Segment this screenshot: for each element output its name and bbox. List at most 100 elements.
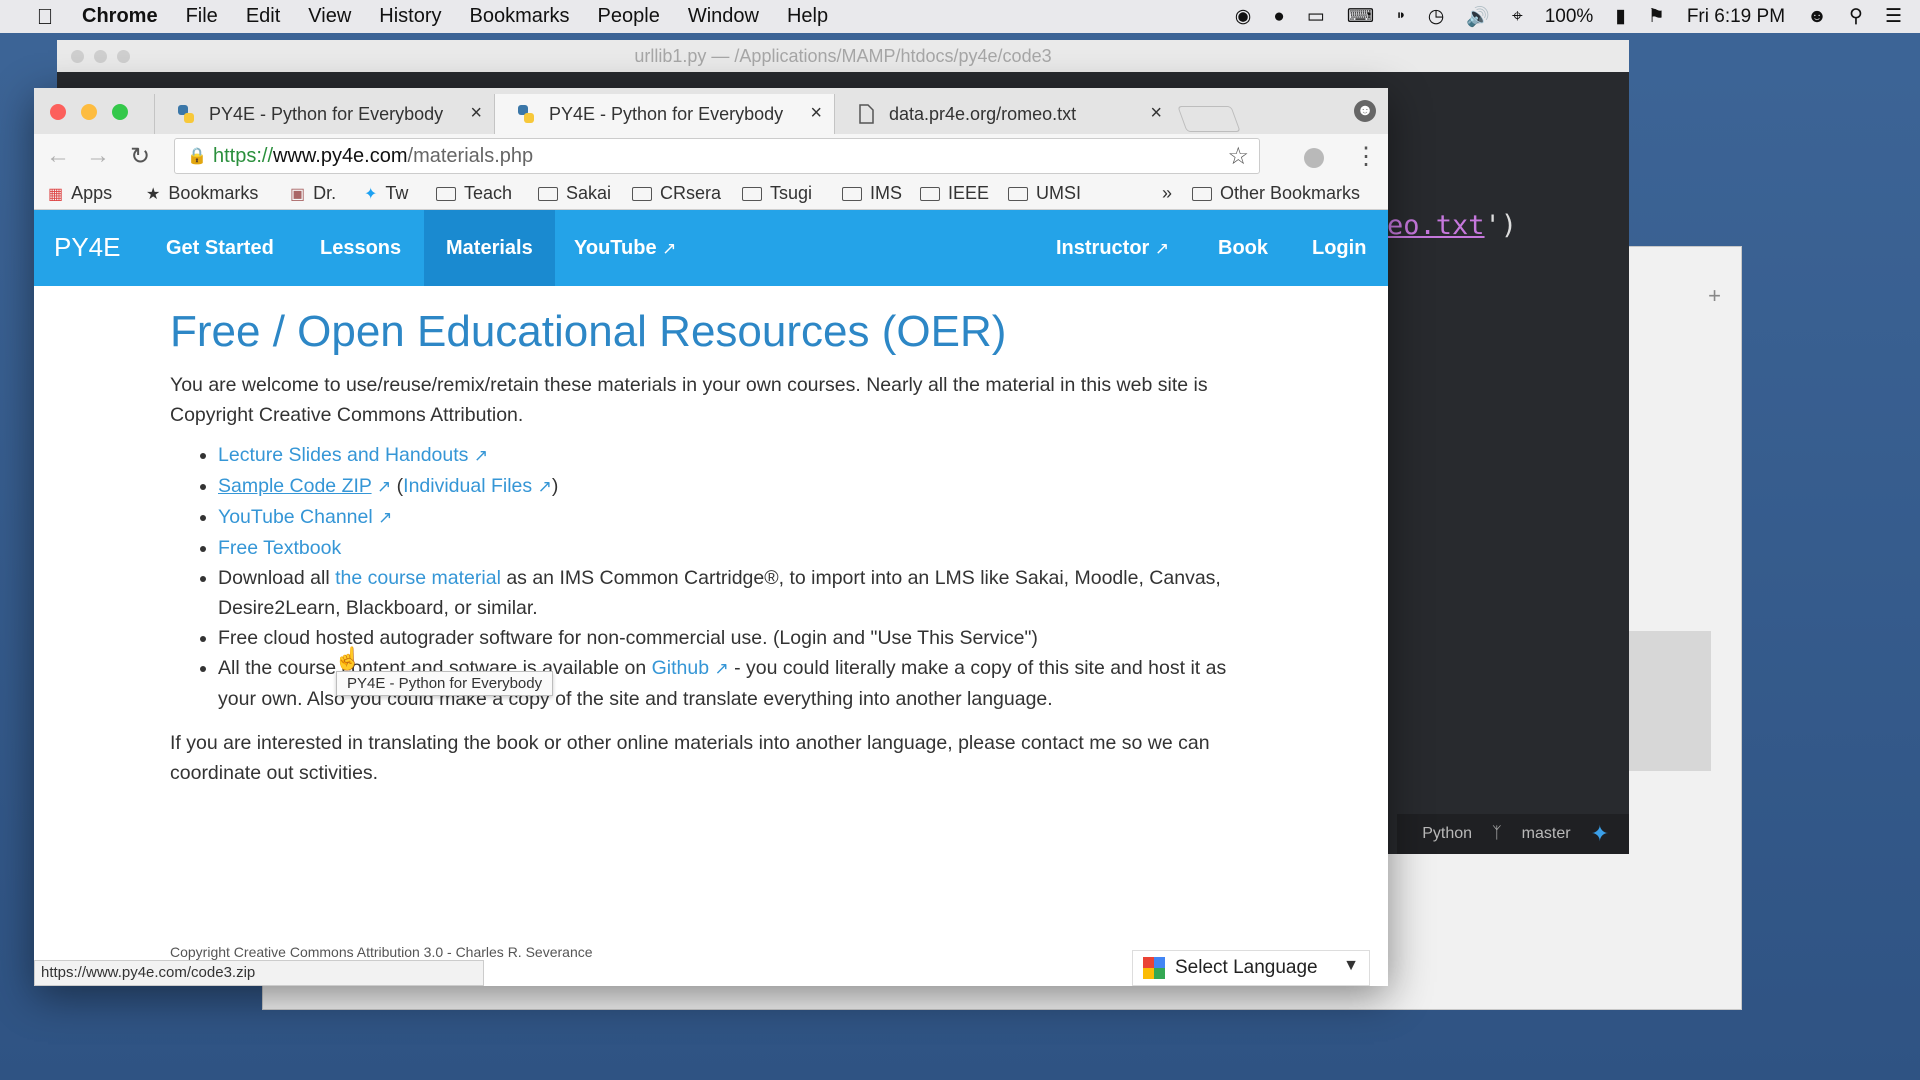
bookmarks-bar: ▦ Apps ★ Bookmarks ▣ Dr. ✦ Tw Teach Sakai CR… xyxy=(34,178,1388,210)
nav-get-started[interactable]: Get Started xyxy=(166,210,274,286)
photo-favicon-icon: ▣ xyxy=(290,185,306,203)
bookmark-tsugi[interactable]: Tsugi xyxy=(742,183,812,204)
tab-py4e-2[interactable]: PY4E - Python for Everybody × xyxy=(494,94,834,134)
editor-window-controls xyxy=(71,50,140,63)
extension-icon[interactable] xyxy=(1304,148,1324,168)
li-text: Download all xyxy=(218,567,336,589)
back-arrow-icon[interactable]: ← xyxy=(46,142,70,170)
forward-arrow-icon[interactable]: → xyxy=(86,142,110,170)
status-menus: ◉ ● ▭ ⌨ ⁍ ◷ 🔊 ⌖ 100% ▮ ⚑ Fri 6:19 PM ☻ ⚲… xyxy=(1213,0,1902,33)
wifi-icon[interactable]: ⌖ xyxy=(1512,6,1523,28)
bookmark-apps[interactable]: ▦ Apps xyxy=(48,183,112,204)
spotlight-search-icon[interactable]: ⚲ xyxy=(1849,5,1863,28)
nav-instructor[interactable]: Instructor ↗ xyxy=(1056,210,1169,286)
time-machine-icon[interactable]: ◷ xyxy=(1428,5,1445,28)
zoom-window-icon[interactable] xyxy=(112,104,128,120)
bookmark-ieee[interactable]: IEEE xyxy=(920,183,989,204)
battery-percent[interactable]: 100% xyxy=(1545,6,1594,28)
menu-bookmarks[interactable]: Bookmarks xyxy=(470,5,570,28)
bookmark-star-icon[interactable]: ☆ xyxy=(1227,142,1249,171)
notification-center-icon[interactable]: ☰ xyxy=(1885,5,1902,28)
bookmark-other[interactable]: Other Bookmarks xyxy=(1192,183,1360,204)
close-window-icon[interactable] xyxy=(50,104,66,120)
nav-materials[interactable]: Materials xyxy=(424,210,555,286)
tab-romeo[interactable]: data.pr4e.org/romeo.txt × xyxy=(834,94,1174,134)
course-material-link[interactable]: the course material xyxy=(335,567,501,589)
sample-code-zip-link[interactable]: Sample Code ZIP xyxy=(218,475,372,497)
menu-file[interactable]: File xyxy=(186,5,218,28)
close-tab-icon[interactable]: × xyxy=(470,102,482,125)
page-title: Free / Open Educational Resources (OER) xyxy=(170,307,1007,356)
bookmarks-overflow-button[interactable]: » xyxy=(1162,183,1172,204)
camera-icon[interactable]: ● xyxy=(1273,6,1284,28)
github-link[interactable]: Github xyxy=(652,657,709,679)
bookmark-label: UMSI xyxy=(1036,183,1081,203)
battery-icon[interactable]: ▮ xyxy=(1615,5,1625,28)
lock-icon[interactable]: 🔒 xyxy=(187,146,207,166)
reload-icon[interactable]: ↻ xyxy=(130,142,150,171)
plus-icon[interactable]: + xyxy=(1708,283,1721,309)
folder-icon xyxy=(436,186,456,201)
lecture-slides-link[interactable]: Lecture Slides and Handouts xyxy=(218,444,468,466)
external-link-icon: ↗ xyxy=(473,446,489,465)
editor-branch[interactable]: master xyxy=(1522,825,1571,843)
select-language-dropdown[interactable]: Select Language ▼ xyxy=(1132,950,1370,986)
editor-language[interactable]: Python xyxy=(1422,825,1472,843)
external-link-icon: ↗ xyxy=(378,508,393,527)
site-brand[interactable]: PY4E xyxy=(54,232,121,263)
menu-history[interactable]: History xyxy=(379,5,441,28)
keyboard-icon[interactable]: ⌨ xyxy=(1347,5,1374,28)
more-menu-icon[interactable]: ⋮ xyxy=(1354,142,1378,171)
minimize-window-icon[interactable] xyxy=(81,104,97,120)
star-icon: ★ xyxy=(146,185,161,203)
address-bar[interactable]: 🔒 https://www.py4e.com/materials.php ☆ xyxy=(174,138,1260,174)
bookmark-tw[interactable]: ✦ Tw xyxy=(364,183,408,204)
nav-login[interactable]: Login xyxy=(1312,210,1366,286)
twitter-bird-icon[interactable]: ✦ xyxy=(1591,821,1609,847)
user-icon[interactable]: ☻ xyxy=(1807,6,1827,28)
bookmark-umsi[interactable]: UMSI xyxy=(1008,183,1081,204)
apple-icon[interactable]:  xyxy=(30,4,60,30)
browser-toolbar: ← → ↻ 🔒 https://www.py4e.com/materials.p… xyxy=(34,134,1388,178)
nav-book[interactable]: Book xyxy=(1218,210,1268,286)
individual-files-link[interactable]: Individual Files xyxy=(403,475,532,497)
tab-py4e-1[interactable]: PY4E - Python for Everybody × xyxy=(154,94,494,134)
bookmark-teach[interactable]: Teach xyxy=(436,183,512,204)
bluetooth-icon[interactable]: ⁍ xyxy=(1396,5,1406,28)
nav-instructor-label: Instructor xyxy=(1056,237,1150,259)
profile-icon[interactable]: ☻ xyxy=(1354,100,1376,122)
menu-help[interactable]: Help xyxy=(787,5,828,28)
menu-edit[interactable]: Edit xyxy=(246,5,280,28)
menu-window[interactable]: Window xyxy=(688,5,759,28)
nav-lessons[interactable]: Lessons xyxy=(320,210,401,286)
volume-icon[interactable]: 🔊 xyxy=(1466,5,1490,29)
bookmark-label: Sakai xyxy=(566,183,612,203)
url-text[interactable]: https://www.py4e.com/materials.php xyxy=(213,145,533,168)
close-tab-icon[interactable]: × xyxy=(810,102,822,125)
flag-icon[interactable]: ⚑ xyxy=(1648,5,1665,28)
apps-grid-icon: ▦ xyxy=(48,185,64,203)
bookmark-sakai[interactable]: Sakai xyxy=(538,183,611,204)
bookmark-ims[interactable]: IMS xyxy=(842,183,902,204)
editor-title: urllib1.py — /Applications/MAMP/htdocs/p… xyxy=(634,46,1052,66)
url-path: /materials.php xyxy=(407,145,534,167)
close-tab-icon[interactable]: × xyxy=(1150,102,1162,125)
code-string: eo.txt xyxy=(1387,210,1485,241)
bookmark-bookmarks[interactable]: ★ Bookmarks xyxy=(146,183,258,204)
chrome-window: PY4E - Python for Everybody × PY4E - Pyt… xyxy=(34,88,1388,986)
menu-people[interactable]: People xyxy=(598,5,660,28)
bookmark-dr[interactable]: ▣ Dr. xyxy=(290,183,336,204)
bookmark-crsera[interactable]: CRsera xyxy=(632,183,721,204)
new-tab-button[interactable] xyxy=(1177,106,1241,132)
window-controls xyxy=(50,104,143,120)
menu-clock[interactable]: Fri 6:19 PM xyxy=(1687,6,1785,28)
youtube-channel-link[interactable]: YouTube Channel xyxy=(218,506,373,528)
paren-open: ( xyxy=(391,475,404,497)
menu-app-name[interactable]: Chrome xyxy=(82,5,158,28)
intro-paragraph: You are welcome to use/reuse/remix/retai… xyxy=(170,374,1208,426)
nav-youtube[interactable]: YouTube ↗ xyxy=(574,210,676,286)
airplay-icon[interactable]: ▭ xyxy=(1307,5,1325,28)
free-textbook-link[interactable]: Free Textbook xyxy=(218,537,341,559)
menu-view[interactable]: View xyxy=(308,5,351,28)
record-icon[interactable]: ◉ xyxy=(1235,5,1252,28)
